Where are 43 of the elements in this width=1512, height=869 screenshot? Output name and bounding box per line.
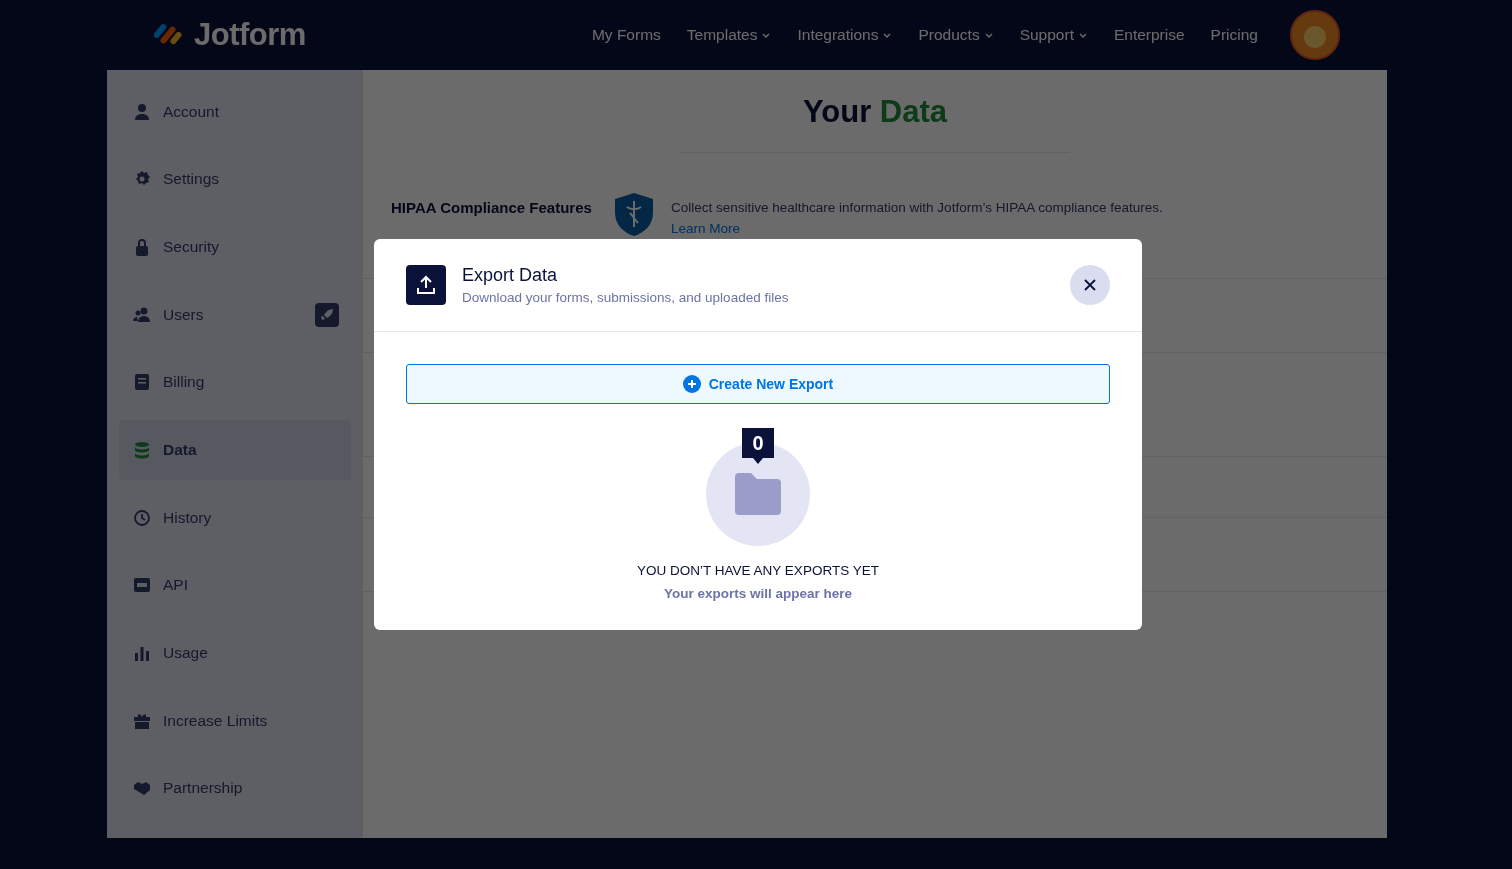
section-description: Collect sensitive healthcare information with Jotform’s HIPAA compliance features. [671,200,1163,215]
bill-icon [133,373,151,392]
sidebar-item[interactable]: Settings [119,149,351,210]
nav-link[interactable]: Pricing [1210,26,1258,44]
sidebar-item[interactable]: Security [119,217,351,277]
database-icon [133,441,151,459]
sidebar-item[interactable]: History [119,487,351,548]
sidebar-item[interactable]: Increase Limits [119,690,351,751]
empty-text: Your exports will appear here [663,586,853,601]
api-icon [133,576,151,595]
sidebar-item[interactable]: API [119,555,351,616]
nav-link[interactable]: My Forms [591,26,661,44]
sidebar-item[interactable]: Account [119,82,351,142]
learn-more-link[interactable]: Learn More [671,221,1163,236]
sidebar-item[interactable]: Partnership [119,758,351,819]
folder-icon [735,473,781,515]
nav-link[interactable]: Integrations [797,26,893,44]
person-icon [133,102,151,121]
page-title: Your Data [801,94,949,130]
sidebar-item[interactable]: Users [119,284,351,345]
upload-icon [406,265,446,305]
dialog-title: Export Data [462,265,559,286]
brand-name: Jotform [194,17,306,53]
users-icon [133,305,151,324]
dialog-subtitle: Download your forms, submissions, and uploaded files [462,290,789,305]
count-badge: 0 [742,428,774,464]
nav-link[interactable]: Enterprise [1113,26,1185,44]
medical-shield-icon [613,191,655,237]
nav-link[interactable]: Support [1019,26,1088,44]
avatar[interactable] [1290,10,1340,60]
create-export-button[interactable]: Create New Export [406,364,1110,404]
nav-link[interactable]: Products [918,26,994,44]
close-icon [1084,279,1096,291]
clock-icon [133,508,151,527]
sidebar-item[interactable]: Usage [119,623,351,683]
plus-icon [682,375,701,393]
section-title: HIPAA Compliance Features [391,199,593,216]
sidebar-item[interactable]: Data [119,420,351,480]
nav-link[interactable]: Templates [686,26,772,44]
close-button[interactable] [1070,265,1110,305]
sidebar-item[interactable]: Billing [119,352,351,413]
empty-title: YOU DON’T HAVE ANY EXPORTS YET [637,563,879,578]
lock-icon [133,238,151,257]
